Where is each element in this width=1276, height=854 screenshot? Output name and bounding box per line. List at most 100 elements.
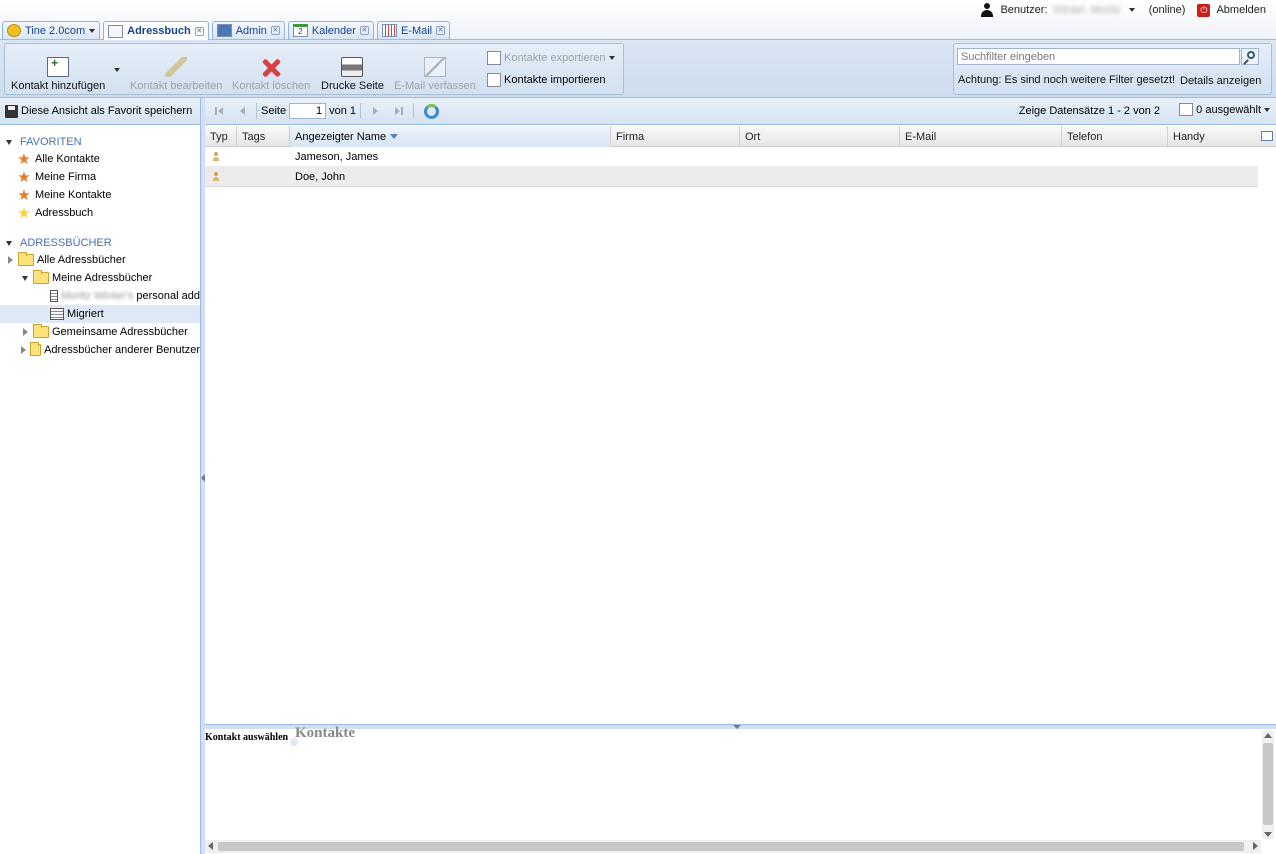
add-contact-button[interactable]: Kontakt hinzufügen [11, 50, 105, 92]
column-header-email[interactable]: E-Mail [900, 126, 1062, 147]
sidebar-item-addressbook[interactable]: ★ Adressbuch [0, 204, 200, 222]
compose-mail-icon [423, 57, 446, 77]
favorites-header[interactable]: FAVORITEN [0, 134, 200, 150]
search-button[interactable] [1241, 48, 1259, 65]
close-icon[interactable]: ✕ [436, 26, 446, 35]
addressbook-icon [108, 24, 124, 38]
expand-icon[interactable] [22, 328, 28, 336]
separator [360, 103, 361, 119]
vertical-scrollbar[interactable] [1262, 731, 1274, 839]
power-icon[interactable]: ⏻ [1197, 3, 1211, 17]
pencil-icon [165, 57, 188, 77]
import-contacts-label: Kontakte importieren [504, 74, 606, 86]
email-icon [381, 24, 397, 37]
close-icon[interactable]: ✕ [194, 26, 204, 36]
search-icon [1247, 51, 1255, 59]
tab-label: Tine 2.0com [25, 24, 86, 37]
separator [413, 103, 414, 119]
tab-label: Admin [235, 24, 267, 37]
addressbook-icon [50, 290, 58, 302]
sidebar-item-all-contacts[interactable]: ★ Alle Kontakte [0, 150, 200, 168]
table-row[interactable]: Jameson, James [205, 147, 1258, 167]
sidebar-item-my-contacts[interactable]: ★ Meine Kontakte [0, 186, 200, 204]
add-contact-label: Kontakt hinzufügen [11, 80, 106, 92]
scroll-thumb[interactable] [1263, 743, 1273, 825]
page-number-input[interactable] [289, 103, 327, 119]
export-contacts-button[interactable]: Kontakte exportieren [487, 50, 615, 66]
sidebar-item-label: Adressbücher anderer Benutzer [44, 344, 200, 356]
sidebar-item-label: Meine Adressbücher [52, 272, 153, 284]
user-name[interactable]: Winter, Moritz [1054, 4, 1121, 16]
tab-addressbook[interactable]: Adressbuch ✕ [103, 21, 209, 40]
horizontal-scrollbar[interactable] [205, 840, 1261, 853]
addressbooks-header[interactable]: ADRESSBÜCHER [0, 235, 200, 251]
addressbooks-header-label: ADRESSBÜCHER [20, 237, 112, 249]
last-page-icon[interactable] [390, 103, 406, 119]
logout-link[interactable]: Abmelden [1216, 4, 1266, 16]
scroll-thumb[interactable] [218, 842, 1244, 851]
previous-page-icon[interactable] [233, 103, 249, 119]
delete-contact-button[interactable]: Kontakt löschen [232, 50, 310, 92]
import-contacts-button[interactable]: Kontakte importieren [487, 72, 606, 88]
scroll-down-icon[interactable] [1264, 832, 1272, 837]
table-row[interactable]: Doe, John [205, 167, 1258, 187]
sidebar-item-personal-addressbook[interactable]: Moritz Winter's personal add [0, 287, 200, 305]
print-page-button[interactable]: Drucke Seite [321, 50, 384, 92]
sidebar-item-label: personal add [136, 290, 200, 302]
tab-email[interactable]: E-Mail ✕ [376, 21, 451, 39]
sidebar-item-my-company[interactable]: ★ Meine Firma [0, 168, 200, 186]
calendar-icon: 2 [292, 24, 308, 37]
sidebar-item-label: Meine Firma [35, 171, 97, 183]
column-header-mobile[interactable]: Handy [1168, 126, 1258, 147]
search-input[interactable] [957, 48, 1240, 65]
first-page-icon[interactable] [211, 103, 227, 119]
collapse-icon[interactable] [6, 240, 12, 246]
edit-contact-label: Kontakt bearbeiten [130, 80, 223, 92]
column-chooser-icon[interactable] [1261, 131, 1273, 141]
expand-icon[interactable] [7, 256, 13, 264]
user-icon [980, 3, 994, 17]
tab-calendar[interactable]: 2 Kalender ✕ [287, 21, 374, 39]
next-page-icon[interactable] [368, 103, 384, 119]
scroll-left-icon[interactable] [208, 842, 213, 850]
sidebar-item-my-addressbooks[interactable]: Meine Adressbücher [0, 269, 200, 287]
chevron-down-icon[interactable] [89, 28, 96, 33]
refresh-icon[interactable] [424, 103, 439, 119]
collapse-icon[interactable] [6, 139, 12, 145]
column-header-company[interactable]: Firma [611, 126, 740, 147]
compose-email-button[interactable]: E-Mail verfassen [394, 50, 476, 92]
filter-details-link[interactable]: Details anzeigen [1180, 75, 1261, 87]
column-header-display-name[interactable]: Angezeigter Name [290, 126, 611, 147]
paging-toolbar: Seite von 1 Zeige Datensätze 1 - 2 von 2… [205, 98, 1276, 125]
sidebar-item-label: Meine Kontakte [35, 189, 112, 201]
close-icon[interactable]: ✕ [359, 26, 369, 35]
sidebar-item-other-users-addressbooks[interactable]: Adressbücher anderer Benutzer [0, 341, 200, 359]
column-header-phone[interactable]: Telefon [1062, 126, 1168, 147]
scroll-right-icon[interactable] [1253, 842, 1258, 850]
sidebar-item-migrated[interactable]: Migriert [0, 305, 200, 323]
cell-display-name: Doe, John [295, 170, 346, 183]
tab-admin[interactable]: Admin ✕ [211, 21, 285, 39]
star-orange-icon: ★ [17, 168, 31, 186]
column-label: Tags [242, 130, 266, 143]
save-favorite-button[interactable]: Diese Ansicht als Favorit speichern [0, 98, 200, 125]
sidebar-item-shared-addressbooks[interactable]: Gemeinsame Adressbücher [0, 323, 200, 341]
edit-contact-button[interactable]: Kontakt bearbeiten [130, 50, 222, 92]
sidebar-item-all-addressbooks[interactable]: Alle Adressbücher [0, 251, 200, 269]
chevron-down-icon[interactable] [1128, 8, 1135, 12]
chevron-down-icon[interactable] [1264, 107, 1270, 112]
tab-tine[interactable]: Tine 2.0com [2, 21, 101, 39]
scroll-up-icon[interactable] [1264, 733, 1272, 738]
close-icon[interactable]: ✕ [270, 26, 280, 35]
user-label: Benutzer: [1000, 4, 1048, 16]
column-header-city[interactable]: Ort [740, 126, 900, 147]
chevron-down-icon[interactable] [114, 68, 120, 72]
column-header-tags[interactable]: Tags [237, 126, 290, 147]
column-label: E-Mail [905, 130, 937, 143]
expand-icon[interactable] [20, 346, 26, 354]
app-tabs: Tine 2.0com Adressbuch ✕ Admin ✕ 2 Kalen… [2, 21, 451, 40]
collapse-icon[interactable] [22, 275, 28, 281]
chevron-down-icon[interactable] [608, 56, 615, 60]
column-header-type[interactable]: Typ [205, 126, 237, 147]
selection-button[interactable]: 0 ausgewählt [1179, 103, 1270, 116]
